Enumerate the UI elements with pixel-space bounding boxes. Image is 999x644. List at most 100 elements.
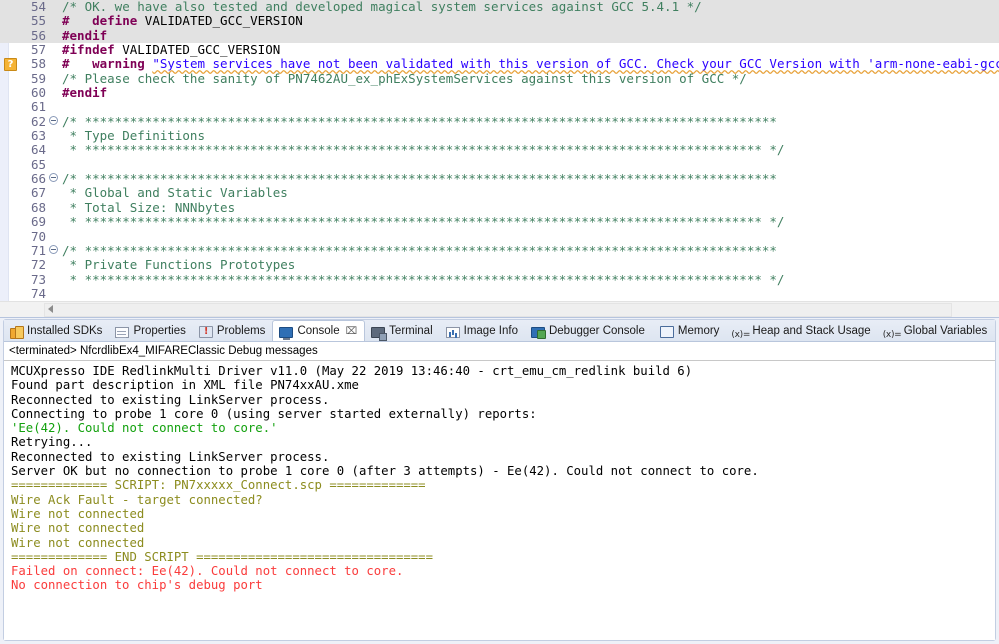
line-text[interactable]: # warning "System services have not been… (60, 57, 999, 71)
line-text[interactable]: #ifndef VALIDATED_GCC_VERSION (60, 43, 999, 57)
line-marker-column[interactable] (0, 100, 22, 114)
line-text[interactable]: * **************************************… (60, 143, 999, 157)
line-marker-column[interactable] (0, 43, 22, 57)
code-token: # warning (62, 56, 152, 71)
line-text[interactable]: /* OK. we have also tested and developed… (60, 0, 999, 14)
properties-icon (115, 327, 129, 338)
tab-heap-and-stack[interactable]: (x)=Heap and Stack Usage (726, 320, 877, 342)
mcuxpresso-ide-window: 54/* OK. we have also tested and develop… (0, 0, 999, 644)
source-code-lines[interactable]: 54/* OK. we have also tested and develop… (0, 0, 999, 301)
code-editor-panel: 54/* OK. we have also tested and develop… (0, 0, 999, 318)
code-line[interactable]: 74 (0, 287, 999, 301)
line-marker-column[interactable] (0, 215, 22, 229)
code-line[interactable]: 66/* ***********************************… (0, 172, 999, 186)
code-line[interactable]: 69 * ***********************************… (0, 215, 999, 229)
tab-global-variables[interactable]: (x)=Global Variables (878, 320, 995, 342)
console-line: MCUXpresso IDE RedlinkMulti Driver v11.0… (11, 364, 995, 378)
line-text[interactable]: /* *************************************… (60, 172, 999, 186)
tab-terminal[interactable]: Terminal (365, 320, 439, 342)
line-text[interactable]: * Type Definitions (60, 129, 999, 143)
line-text[interactable]: * Private Functions Prototypes (60, 258, 999, 272)
editor-horizontal-scrollbar[interactable] (0, 301, 999, 317)
line-marker-column[interactable] (0, 14, 22, 28)
code-token: #endif (62, 28, 107, 43)
code-line[interactable]: 63 * Type Definitions (0, 129, 999, 143)
line-text[interactable]: /* *************************************… (60, 115, 999, 129)
code-line[interactable]: 70 (0, 230, 999, 244)
tab-memory[interactable]: Memory (652, 320, 727, 342)
line-marker-column[interactable] (0, 86, 22, 100)
line-marker-column[interactable] (0, 129, 22, 143)
code-line[interactable]: 72 * Private Functions Prototypes (0, 258, 999, 272)
line-text[interactable]: * Total Size: NNNbytes (60, 201, 999, 215)
line-text[interactable]: * **************************************… (60, 215, 999, 229)
collapse-icon[interactable] (49, 245, 58, 254)
tab-console[interactable]: Console⌧ (272, 320, 365, 342)
code-line[interactable]: 60#endif (0, 86, 999, 100)
line-marker-column[interactable] (0, 143, 22, 157)
code-line[interactable]: 56#endif (0, 29, 999, 43)
line-text[interactable]: /* Please check the sanity of PN7462AU_e… (60, 72, 999, 86)
tab-debugger-console[interactable]: Debugger Console (525, 320, 652, 342)
line-text[interactable]: # define VALIDATED_GCC_VERSION (60, 14, 999, 28)
scrollbar-left-arrow-icon[interactable] (48, 305, 53, 313)
console-output[interactable]: MCUXpresso IDE RedlinkMulti Driver v11.0… (4, 361, 995, 593)
line-marker-column[interactable]: ? (0, 57, 22, 71)
code-token: #endif (62, 85, 107, 100)
line-marker-column[interactable] (0, 158, 22, 172)
view-tab-bar[interactable]: Installed SDKsPropertiesProblemsConsole⌧… (4, 320, 995, 342)
code-line[interactable]: 62 /* ***********************************… (0, 115, 999, 129)
console-line: Found part description in XML file PN74x… (11, 378, 995, 392)
line-marker-column[interactable] (0, 258, 22, 272)
code-line[interactable]: 54/* OK. we have also tested and develop… (0, 0, 999, 14)
code-token: /* *************************************… (62, 114, 777, 129)
line-text[interactable]: #endif (60, 29, 999, 43)
code-token: * Private Functions Prototypes (62, 257, 295, 272)
code-line[interactable]: 67 * Global and Static Variables (0, 186, 999, 200)
line-number: 62 (22, 115, 46, 129)
console-line: ============= END SCRIPT ===============… (11, 550, 995, 564)
line-marker-column[interactable] (0, 230, 22, 244)
tab-properties[interactable]: Properties (109, 320, 192, 342)
line-marker-column[interactable] (0, 172, 22, 186)
line-marker-column[interactable] (0, 115, 22, 129)
line-marker-column[interactable] (0, 186, 22, 200)
line-marker-column[interactable] (0, 72, 22, 86)
code-line[interactable]: ?58# warning "System services have not b… (0, 57, 999, 71)
line-text[interactable]: #endif (60, 86, 999, 100)
line-text[interactable]: * Global and Static Variables (60, 186, 999, 200)
code-line[interactable]: 68 * Total Size: NNNbytes (0, 201, 999, 215)
code-line[interactable]: 71/* ***********************************… (0, 244, 999, 258)
line-marker-column[interactable] (0, 244, 22, 258)
tab-problems[interactable]: Problems (193, 320, 273, 342)
code-line[interactable]: 57#ifndef VALIDATED_GCC_VERSION (0, 43, 999, 57)
code-line[interactable]: 73 * ***********************************… (0, 273, 999, 287)
line-marker-column[interactable] (0, 287, 22, 301)
code-token: * Global and Static Variables (62, 185, 288, 200)
fold-toggle[interactable] (46, 115, 60, 129)
tab-image-info[interactable]: Image Info (440, 320, 525, 342)
fold-toggle[interactable] (46, 244, 60, 258)
warning-marker-icon[interactable]: ? (4, 58, 17, 71)
code-line[interactable]: 61 (0, 100, 999, 114)
collapse-icon[interactable] (49, 116, 58, 125)
tab-label: Image Info (464, 320, 518, 342)
scrollbar-thumb[interactable] (44, 303, 952, 317)
line-marker-column[interactable] (0, 0, 22, 14)
line-marker-column[interactable] (0, 273, 22, 287)
line-text[interactable]: /* *************************************… (60, 244, 999, 258)
fold-toggle[interactable] (46, 172, 60, 186)
tab-installed-sdks[interactable]: Installed SDKs (4, 320, 109, 342)
line-marker-column[interactable] (0, 201, 22, 215)
tab-outline[interactable]: Outline (994, 320, 995, 342)
code-line[interactable]: 64 * ***********************************… (0, 143, 999, 157)
line-marker-column[interactable] (0, 29, 22, 43)
code-line[interactable]: 65 (0, 158, 999, 172)
code-line[interactable]: 59/* Please check the sanity of PN7462AU… (0, 72, 999, 86)
code-line[interactable]: 55# define VALIDATED_GCC_VERSION (0, 14, 999, 28)
line-text[interactable]: * **************************************… (60, 273, 999, 287)
collapse-icon[interactable] (49, 173, 58, 182)
variable-icon: (x)= (883, 324, 900, 338)
code-editor-scroll-area[interactable]: 54/* OK. we have also tested and develop… (0, 0, 999, 301)
close-icon[interactable]: ⌧ (346, 326, 358, 337)
